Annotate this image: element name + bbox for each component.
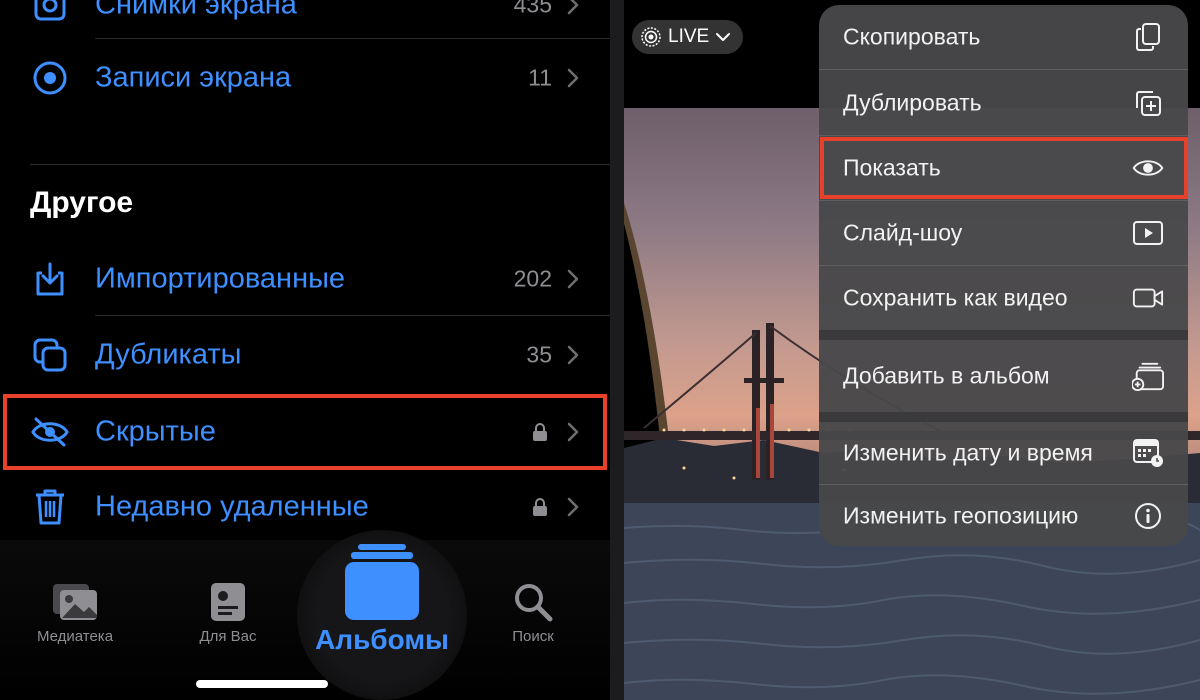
album-count: 35: [526, 341, 552, 368]
menu-item-save-as-video[interactable]: Сохранить как видео: [819, 266, 1188, 330]
menu-item-label: Дублировать: [843, 89, 982, 115]
section-divider: [30, 164, 610, 165]
context-menu: Скопировать Дублировать Показать Слайд-ш…: [819, 5, 1188, 546]
screen-record-icon: [30, 58, 70, 98]
menu-item-adjust-location[interactable]: Изменить геопозицию: [819, 485, 1188, 546]
duplicate-icon: [1132, 87, 1164, 119]
calendar-icon: [1132, 437, 1164, 469]
panel-divider: [610, 0, 624, 700]
menu-item-label: Изменить геопозицию: [843, 502, 1079, 528]
duplicates-icon: [30, 335, 70, 375]
info-icon: [1132, 500, 1164, 532]
row-divider: [95, 38, 610, 39]
section-title: Другое: [30, 186, 134, 219]
chevron-right-icon: [567, 345, 579, 365]
import-icon: [30, 259, 70, 299]
albums-screen: Снимки экрана 435 Записи экрана 11 Друго…: [0, 0, 610, 700]
album-label: Дубликаты: [95, 338, 242, 371]
video-icon: [1132, 282, 1164, 314]
menu-group-gap: [819, 330, 1188, 340]
album-label: Снимки экрана: [95, 0, 297, 21]
tab-search[interactable]: Поиск: [458, 540, 608, 700]
photo-viewer: LIVE Скопировать Дублировать Показать Сл…: [624, 0, 1200, 700]
menu-item-slideshow[interactable]: Слайд-шоу: [819, 201, 1188, 265]
album-row-recently-deleted[interactable]: Недавно удаленные: [0, 472, 610, 542]
chevron-right-icon: [567, 68, 579, 88]
album-count: 11: [528, 64, 552, 91]
screenshot-icon: [30, 0, 70, 25]
menu-item-label: Скопировать: [843, 23, 981, 50]
for-you-icon: [210, 582, 246, 627]
photos-icon: [51, 582, 99, 627]
album-label: Недавно удаленные: [95, 490, 369, 523]
menu-item-copy[interactable]: Скопировать: [819, 5, 1188, 69]
menu-group-gap: [819, 412, 1188, 422]
menu-item-label: Изменить дату и время: [843, 439, 1093, 466]
album-row-imported[interactable]: Импортированные 202: [0, 244, 610, 314]
tab-label: Для Вас: [199, 628, 257, 645]
search-icon: [513, 582, 553, 627]
album-row-screenshots[interactable]: Снимки экрана 435: [0, 0, 610, 40]
album-row-duplicates[interactable]: Дубликаты 35: [0, 320, 610, 390]
albums-icon: [344, 542, 420, 627]
tab-albums[interactable]: Альбомы: [307, 530, 457, 690]
tab-library[interactable]: Медиатека: [0, 540, 150, 700]
menu-item-duplicate[interactable]: Дублировать: [819, 70, 1188, 135]
home-indicator: [196, 680, 328, 688]
menu-item-label: Добавить в альбом: [843, 362, 1050, 389]
tab-label: Альбомы: [315, 624, 449, 655]
menu-item-adjust-date[interactable]: Изменить дату и время: [819, 422, 1188, 484]
tab-label: Поиск: [512, 628, 554, 645]
menu-item-label: Слайд-шоу: [843, 219, 963, 246]
tab-label: Медиатека: [36, 628, 114, 645]
album-count: 202: [513, 265, 552, 292]
live-photo-button[interactable]: LIVE: [632, 20, 744, 54]
trash-icon: [30, 487, 70, 527]
chevron-right-icon: [567, 269, 579, 289]
chevron-right-icon: [567, 0, 579, 15]
menu-item-add-to-album[interactable]: Добавить в альбом: [819, 340, 1188, 412]
album-row-screen-recordings[interactable]: Записи экрана 11: [0, 43, 610, 113]
highlight-frame: [820, 137, 1188, 199]
live-icon: [641, 27, 661, 47]
lock-icon: [533, 498, 547, 516]
live-label: LIVE: [668, 26, 710, 47]
album-label: Импортированные: [95, 262, 346, 295]
highlight-frame: [3, 394, 607, 470]
tab-for-you[interactable]: Для Вас: [153, 540, 303, 700]
chevron-down-icon: [716, 33, 731, 41]
add-album-icon: [1132, 360, 1164, 392]
copy-icon: [1132, 21, 1164, 53]
album-count: 435: [513, 0, 552, 18]
menu-item-label: Сохранить как видео: [843, 284, 1068, 311]
play-icon: [1132, 217, 1164, 249]
chevron-right-icon: [567, 497, 579, 517]
album-label: Записи экрана: [95, 61, 292, 94]
row-divider: [95, 315, 610, 316]
